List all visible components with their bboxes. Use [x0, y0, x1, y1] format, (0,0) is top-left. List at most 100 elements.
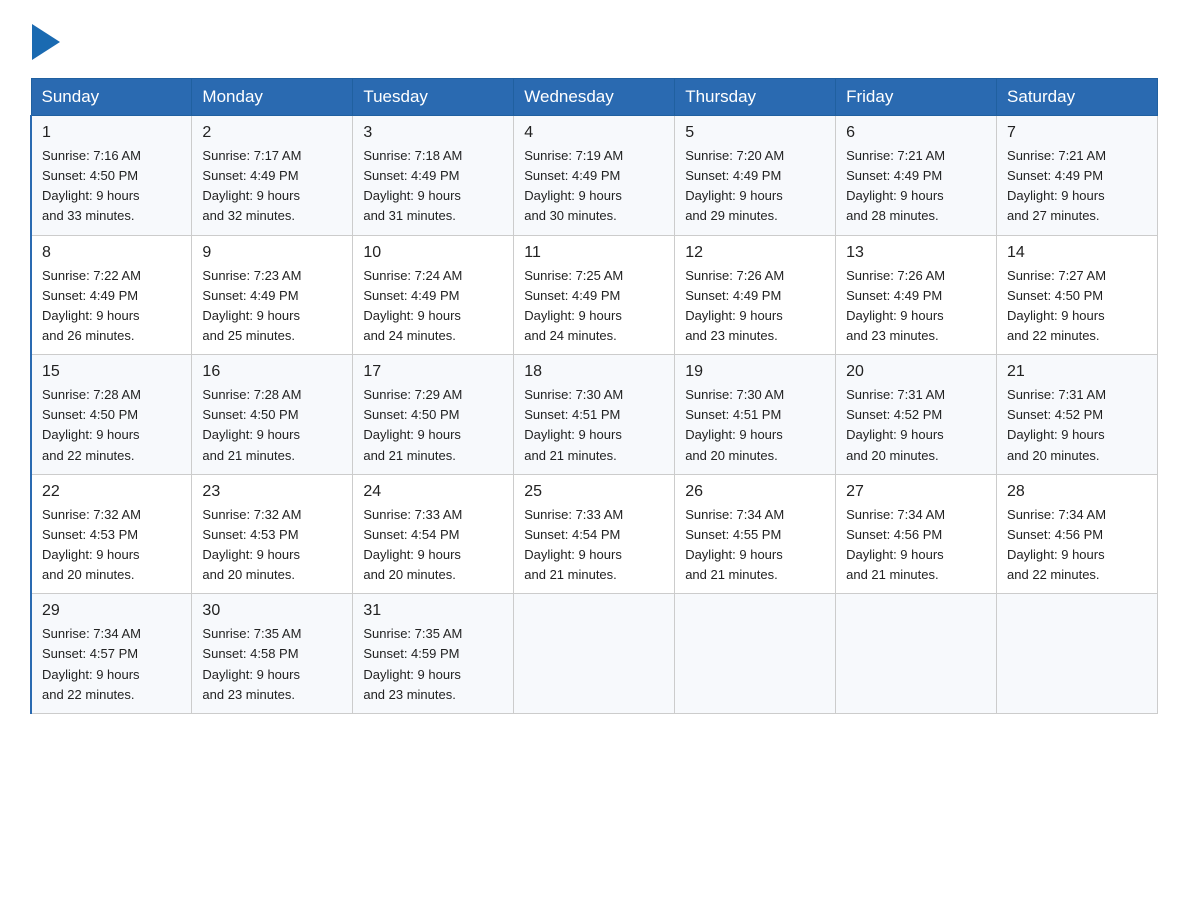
day-number: 16	[202, 363, 342, 381]
day-number: 30	[202, 602, 342, 620]
day-info: Sunrise: 7:31 AMSunset: 4:52 PMDaylight:…	[1007, 385, 1147, 466]
day-info: Sunrise: 7:27 AMSunset: 4:50 PMDaylight:…	[1007, 266, 1147, 347]
calendar-week-row: 15 Sunrise: 7:28 AMSunset: 4:50 PMDayligh…	[31, 355, 1158, 475]
day-number: 8	[42, 244, 181, 262]
calendar-day-cell: 2Sunrise: 7:17 AMSunset: 4:49 PMDaylight…	[192, 116, 353, 236]
day-number: 4	[524, 124, 664, 142]
weekday-header-monday: Monday	[192, 79, 353, 116]
day-number: 26	[685, 483, 825, 501]
calendar-day-cell: 10 Sunrise: 7:24 AMSunset: 4:49 PMDayligh…	[353, 235, 514, 355]
day-number: 23	[202, 483, 342, 501]
calendar-day-cell: 13 Sunrise: 7:26 AMSunset: 4:49 PMDayligh…	[836, 235, 997, 355]
day-info: Sunrise: 7:32 AMSunset: 4:53 PMDaylight:…	[42, 505, 181, 586]
day-number: 22	[42, 483, 181, 501]
day-number: 14	[1007, 244, 1147, 262]
calendar-week-row: 8 Sunrise: 7:22 AMSunset: 4:49 PMDaylight…	[31, 235, 1158, 355]
day-number: 5	[685, 124, 825, 142]
calendar-day-cell: 17Sunrise: 7:29 AMSunset: 4:50 PMDayligh…	[353, 355, 514, 475]
calendar-week-row: 22 Sunrise: 7:32 AMSunset: 4:53 PMDayligh…	[31, 474, 1158, 594]
page-header	[30, 24, 1158, 60]
day-number: 29	[42, 602, 181, 620]
weekday-header-wednesday: Wednesday	[514, 79, 675, 116]
day-info: Sunrise: 7:19 AMSunset: 4:49 PMDaylight:…	[524, 146, 664, 227]
day-number: 17	[363, 363, 503, 381]
calendar-day-cell: 30Sunrise: 7:35 AMSunset: 4:58 PMDayligh…	[192, 594, 353, 714]
calendar-week-row: 29 Sunrise: 7:34 AMSunset: 4:57 PMDayligh…	[31, 594, 1158, 714]
day-info: Sunrise: 7:24 AMSunset: 4:49 PMDaylight:…	[363, 266, 503, 347]
day-number: 20	[846, 363, 986, 381]
weekday-header-thursday: Thursday	[675, 79, 836, 116]
day-number: 12	[685, 244, 825, 262]
logo	[30, 24, 60, 60]
day-info: Sunrise: 7:21 AMSunset: 4:49 PMDaylight:…	[846, 146, 986, 227]
day-number: 24	[363, 483, 503, 501]
weekday-header-row: SundayMondayTuesdayWednesdayThursdayFrid…	[31, 79, 1158, 116]
calendar-day-cell	[514, 594, 675, 714]
day-info: Sunrise: 7:28 AMSunset: 4:50 PMDaylight:…	[42, 385, 181, 466]
day-info: Sunrise: 7:34 AMSunset: 4:56 PMDaylight:…	[846, 505, 986, 586]
day-info: Sunrise: 7:16 AMSunset: 4:50 PMDaylight:…	[42, 146, 181, 227]
calendar-day-cell: 25 Sunrise: 7:33 AMSunset: 4:54 PMDayligh…	[514, 474, 675, 594]
day-number: 9	[202, 244, 342, 262]
day-info: Sunrise: 7:30 AMSunset: 4:51 PMDaylight:…	[685, 385, 825, 466]
day-info: Sunrise: 7:34 AMSunset: 4:57 PMDaylight:…	[42, 624, 181, 705]
calendar-week-row: 1 Sunrise: 7:16 AMSunset: 4:50 PMDaylight…	[31, 116, 1158, 236]
calendar-day-cell: 1 Sunrise: 7:16 AMSunset: 4:50 PMDaylight…	[31, 116, 192, 236]
calendar-day-cell	[836, 594, 997, 714]
day-number: 28	[1007, 483, 1147, 501]
day-info: Sunrise: 7:33 AMSunset: 4:54 PMDaylight:…	[524, 505, 664, 586]
day-number: 6	[846, 124, 986, 142]
calendar-day-cell: 15 Sunrise: 7:28 AMSunset: 4:50 PMDayligh…	[31, 355, 192, 475]
day-info: Sunrise: 7:26 AMSunset: 4:49 PMDaylight:…	[685, 266, 825, 347]
calendar-day-cell: 6 Sunrise: 7:21 AMSunset: 4:49 PMDaylight…	[836, 116, 997, 236]
day-number: 21	[1007, 363, 1147, 381]
calendar-day-cell: 14 Sunrise: 7:27 AMSunset: 4:50 PMDayligh…	[997, 235, 1158, 355]
calendar-day-cell: 3Sunrise: 7:18 AMSunset: 4:49 PMDaylight…	[353, 116, 514, 236]
calendar-day-cell: 26 Sunrise: 7:34 AMSunset: 4:55 PMDayligh…	[675, 474, 836, 594]
day-info: Sunrise: 7:25 AMSunset: 4:49 PMDaylight:…	[524, 266, 664, 347]
day-info: Sunrise: 7:30 AMSunset: 4:51 PMDaylight:…	[524, 385, 664, 466]
calendar-day-cell: 16 Sunrise: 7:28 AMSunset: 4:50 PMDayligh…	[192, 355, 353, 475]
calendar-day-cell	[675, 594, 836, 714]
calendar-day-cell: 12 Sunrise: 7:26 AMSunset: 4:49 PMDayligh…	[675, 235, 836, 355]
weekday-header-friday: Friday	[836, 79, 997, 116]
day-number: 1	[42, 124, 181, 142]
calendar-day-cell: 27 Sunrise: 7:34 AMSunset: 4:56 PMDayligh…	[836, 474, 997, 594]
day-number: 13	[846, 244, 986, 262]
day-info: Sunrise: 7:23 AMSunset: 4:49 PMDaylight:…	[202, 266, 342, 347]
calendar-day-cell: 9 Sunrise: 7:23 AMSunset: 4:49 PMDaylight…	[192, 235, 353, 355]
calendar-day-cell: 8 Sunrise: 7:22 AMSunset: 4:49 PMDaylight…	[31, 235, 192, 355]
day-info: Sunrise: 7:28 AMSunset: 4:50 PMDaylight:…	[202, 385, 342, 466]
calendar-day-cell: 19Sunrise: 7:30 AMSunset: 4:51 PMDayligh…	[675, 355, 836, 475]
calendar-day-cell: 31 Sunrise: 7:35 AMSunset: 4:59 PMDayligh…	[353, 594, 514, 714]
calendar-day-cell: 5Sunrise: 7:20 AMSunset: 4:49 PMDaylight…	[675, 116, 836, 236]
day-info: Sunrise: 7:17 AMSunset: 4:49 PMDaylight:…	[202, 146, 342, 227]
day-info: Sunrise: 7:31 AMSunset: 4:52 PMDaylight:…	[846, 385, 986, 466]
calendar-day-cell: 18Sunrise: 7:30 AMSunset: 4:51 PMDayligh…	[514, 355, 675, 475]
weekday-header-tuesday: Tuesday	[353, 79, 514, 116]
day-number: 11	[524, 244, 664, 262]
day-info: Sunrise: 7:35 AMSunset: 4:59 PMDaylight:…	[363, 624, 503, 705]
day-info: Sunrise: 7:26 AMSunset: 4:49 PMDaylight:…	[846, 266, 986, 347]
calendar-day-cell: 20 Sunrise: 7:31 AMSunset: 4:52 PMDayligh…	[836, 355, 997, 475]
calendar-day-cell: 28Sunrise: 7:34 AMSunset: 4:56 PMDayligh…	[997, 474, 1158, 594]
day-info: Sunrise: 7:18 AMSunset: 4:49 PMDaylight:…	[363, 146, 503, 227]
calendar-day-cell: 21 Sunrise: 7:31 AMSunset: 4:52 PMDayligh…	[997, 355, 1158, 475]
day-number: 10	[363, 244, 503, 262]
day-info: Sunrise: 7:34 AMSunset: 4:55 PMDaylight:…	[685, 505, 825, 586]
calendar-day-cell: 29 Sunrise: 7:34 AMSunset: 4:57 PMDayligh…	[31, 594, 192, 714]
day-number: 25	[524, 483, 664, 501]
weekday-header-sunday: Sunday	[31, 79, 192, 116]
day-info: Sunrise: 7:33 AMSunset: 4:54 PMDaylight:…	[363, 505, 503, 586]
day-info: Sunrise: 7:22 AMSunset: 4:49 PMDaylight:…	[42, 266, 181, 347]
logo-triangle-icon	[32, 24, 60, 60]
day-number: 15	[42, 363, 181, 381]
calendar-day-cell	[997, 594, 1158, 714]
day-number: 31	[363, 602, 503, 620]
calendar-day-cell: 4 Sunrise: 7:19 AMSunset: 4:49 PMDaylight…	[514, 116, 675, 236]
calendar-day-cell: 7Sunrise: 7:21 AMSunset: 4:49 PMDaylight…	[997, 116, 1158, 236]
day-number: 27	[846, 483, 986, 501]
weekday-header-saturday: Saturday	[997, 79, 1158, 116]
calendar-table: SundayMondayTuesdayWednesdayThursdayFrid…	[30, 78, 1158, 714]
calendar-day-cell: 22 Sunrise: 7:32 AMSunset: 4:53 PMDayligh…	[31, 474, 192, 594]
